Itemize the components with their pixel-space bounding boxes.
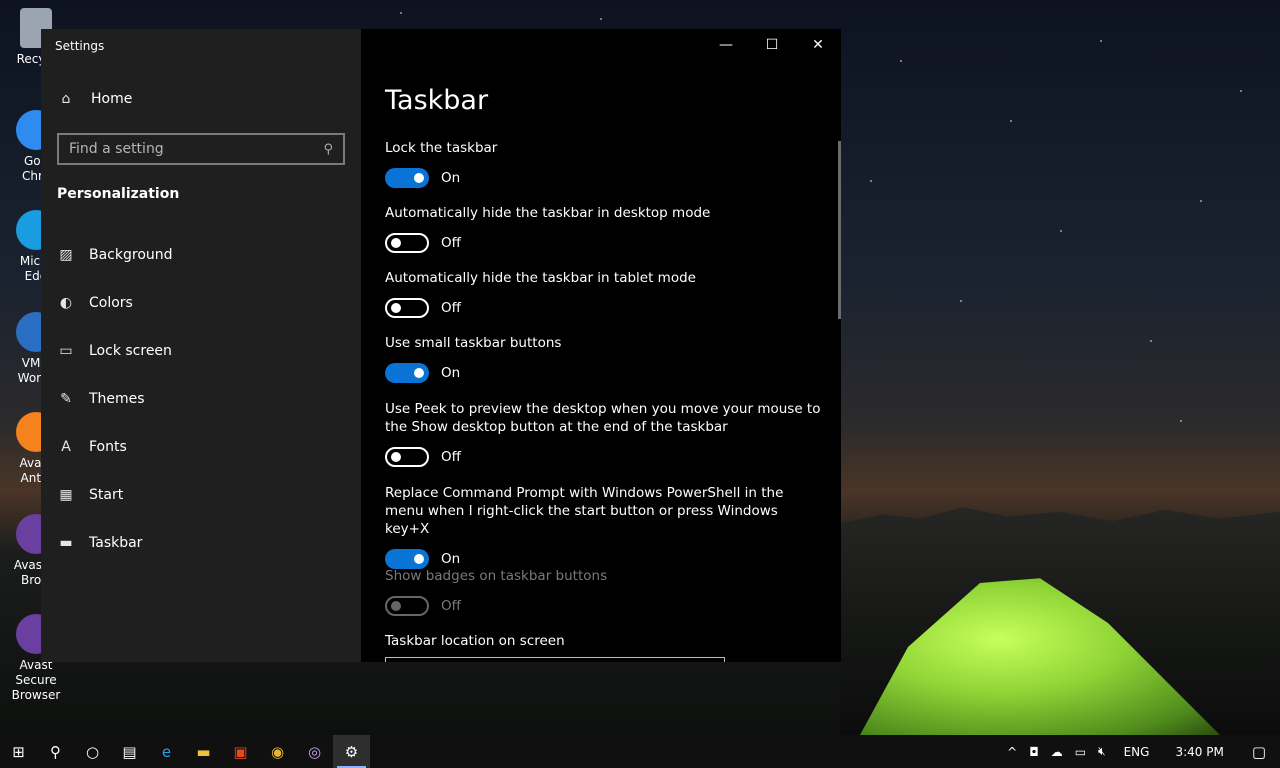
sidebar-item-start[interactable]: ▦ Start	[57, 471, 347, 519]
settings-main: — ☐ ✕ Taskbar Lock the taskbar On Automati…	[361, 29, 841, 662]
scrollbar[interactable]	[838, 141, 841, 319]
setting-label: Use small taskbar buttons	[385, 335, 562, 351]
setting-label: Show badges on taskbar buttons	[385, 568, 608, 584]
minimize-button[interactable]: —	[703, 29, 749, 61]
toggle-knob	[414, 368, 424, 378]
background-icon: ▨	[59, 247, 73, 263]
caption-buttons: — ☐ ✕	[703, 29, 841, 61]
toggle-knob	[414, 554, 424, 564]
chrome-icon[interactable]: ◉	[259, 735, 296, 768]
sidebar-item-colors[interactable]: ◐ Colors	[57, 279, 347, 327]
sidebar-item-label: Fonts	[89, 439, 127, 455]
sidebar-item-label: Taskbar	[89, 535, 143, 551]
toggle-switch[interactable]	[385, 549, 429, 569]
settings-sidebar: Settings ⌂ Home ⚲ Personalization ▨ Backg…	[41, 29, 361, 662]
taskbar: ⊞ ⚲ ○ ▤ e ▬ ▣ ◉ ◎ ⚙ ^ ◘ ☁ ▭ 🔇︎ ENG 3:40 PM ▢	[0, 735, 1280, 768]
taskbar-location-dropdown[interactable]	[385, 657, 725, 662]
setting-label: Replace Command Prompt with Windows Powe…	[385, 485, 784, 537]
search-input[interactable]	[69, 141, 309, 157]
toggle-switch[interactable]	[385, 298, 429, 318]
cortana-icon[interactable]: ○	[74, 735, 111, 768]
desktop-icon-label: Avast Secure Browser	[11, 658, 61, 702]
taskbar-location-label: Taskbar location on screen	[385, 633, 565, 649]
sidebar-item-label: Background	[89, 247, 173, 263]
search-icon[interactable]: ⚲	[37, 735, 74, 768]
toggle-state: Off	[441, 598, 461, 614]
search-box[interactable]: ⚲	[57, 133, 345, 165]
sidebar-item-label: Start	[89, 487, 124, 503]
toggle-knob	[391, 452, 401, 462]
toggle-state: On	[441, 551, 461, 567]
toggle-switch[interactable]	[385, 363, 429, 383]
sidebar-item-label: Colors	[89, 295, 133, 311]
nav-list: ▨ Background ◐ Colors ▭ Lock screen ✎ Themes A Fo…	[57, 231, 347, 567]
setting-label: Automatically hide the taskbar in tablet…	[385, 270, 696, 286]
clock[interactable]: 3:40 PM	[1161, 745, 1237, 759]
toggle-knob	[414, 173, 424, 183]
sidebar-item-lock-screen[interactable]: ▭ Lock screen	[57, 327, 347, 375]
toggle-switch	[385, 596, 429, 616]
file-explorer-icon[interactable]: ▬	[185, 735, 222, 768]
toggle-switch[interactable]	[385, 168, 429, 188]
sidebar-item-themes[interactable]: ✎ Themes	[57, 375, 347, 423]
sidebar-item-fonts[interactable]: A Fonts	[57, 423, 347, 471]
network-icon[interactable]: ▭	[1069, 745, 1092, 759]
notification-icon[interactable]: ▢	[1238, 743, 1280, 761]
toggle-knob	[391, 601, 401, 611]
fonts-icon: A	[61, 439, 71, 455]
meet-now-icon[interactable]: ◘	[1023, 745, 1045, 759]
taskbar-location-setting: Taskbar location on screen	[385, 632, 825, 650]
avast-browser-icon[interactable]: ◎	[296, 735, 333, 768]
sidebar-item-taskbar[interactable]: ▬ Taskbar	[57, 519, 347, 567]
volume-icon[interactable]: 🔇︎	[1092, 744, 1112, 759]
setting-label: Automatically hide the taskbar in deskto…	[385, 205, 711, 221]
setting-label: Use Peek to preview the desktop when you…	[385, 401, 821, 435]
tray-chevron-icon[interactable]: ^	[1001, 745, 1023, 759]
setting-row: Show badges on taskbar buttons Off	[385, 567, 825, 616]
lock-screen-icon: ▭	[59, 343, 73, 359]
window-title: Settings	[55, 39, 105, 53]
settings-window: Settings ⌂ Home ⚲ Personalization ▨ Backg…	[41, 29, 841, 662]
toggle-state: On	[441, 365, 461, 381]
task-view-icon[interactable]: ▤	[111, 735, 148, 768]
toggle-state: Off	[441, 300, 461, 316]
maximize-button[interactable]: ☐	[749, 29, 795, 61]
toggle-state: On	[441, 170, 461, 186]
toggle-state: Off	[441, 449, 461, 465]
toggle-knob	[391, 303, 401, 313]
colors-icon: ◐	[59, 295, 73, 311]
sidebar-item-label: Lock screen	[89, 343, 172, 359]
office-icon[interactable]: ▣	[222, 735, 259, 768]
nav-home-label: Home	[91, 91, 133, 107]
onedrive-icon[interactable]: ☁	[1045, 745, 1069, 759]
system-tray: ^ ◘ ☁ ▭ 🔇︎ ENG 3:40 PM ▢	[1001, 735, 1280, 768]
taskbar-icon: ▬	[59, 535, 73, 551]
toggle-switch[interactable]	[385, 233, 429, 253]
settings-icon[interactable]: ⚙	[333, 735, 370, 768]
section-title: Personalization	[57, 186, 180, 202]
setting-row: Automatically hide the taskbar in tablet…	[385, 269, 825, 318]
setting-row: Use Peek to preview the desktop when you…	[385, 400, 825, 467]
setting-label: Lock the taskbar	[385, 140, 498, 156]
setting-row: Replace Command Prompt with Windows Powe…	[385, 484, 825, 569]
toggle-knob	[391, 238, 401, 248]
page-title: Taskbar	[385, 85, 489, 116]
language-indicator[interactable]: ENG	[1112, 745, 1162, 759]
toggle-switch[interactable]	[385, 447, 429, 467]
home-icon: ⌂	[61, 91, 71, 107]
sidebar-item-label: Themes	[89, 391, 145, 407]
search-icon: ⚲	[323, 141, 333, 157]
start-icon[interactable]: ⊞	[0, 735, 37, 768]
setting-row: Use small taskbar buttons On	[385, 334, 825, 383]
setting-row: Lock the taskbar On	[385, 139, 825, 188]
themes-icon: ✎	[60, 391, 72, 407]
nav-home[interactable]: ⌂ Home	[57, 91, 133, 107]
close-button[interactable]: ✕	[795, 29, 841, 61]
setting-row: Automatically hide the taskbar in deskto…	[385, 204, 825, 253]
toggle-state: Off	[441, 235, 461, 251]
sidebar-item-background[interactable]: ▨ Background	[57, 231, 347, 279]
start-icon: ▦	[59, 487, 73, 503]
edge-icon[interactable]: e	[148, 735, 185, 768]
